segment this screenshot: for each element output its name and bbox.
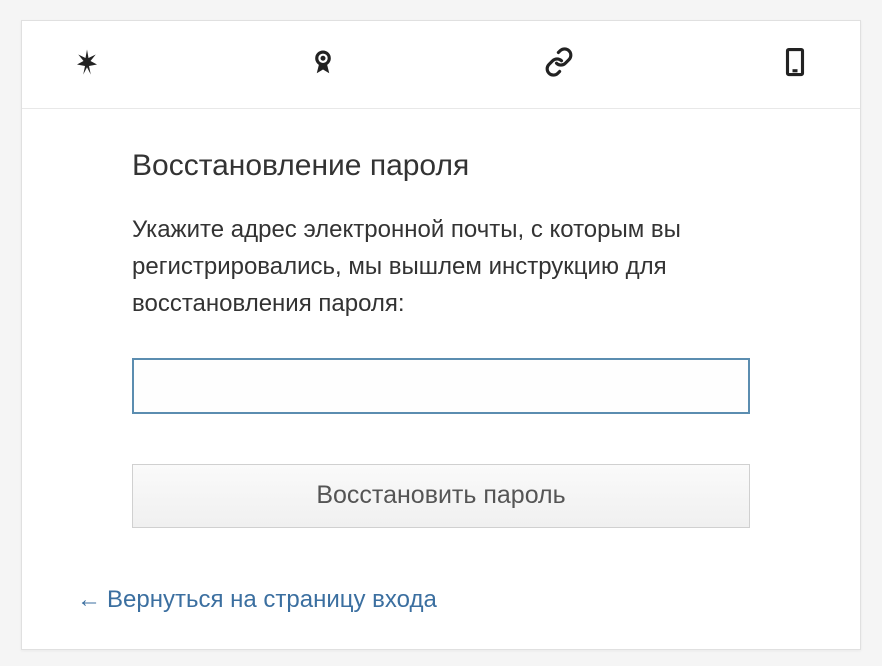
- link-icon: [544, 47, 574, 82]
- phone-icon: [780, 47, 810, 82]
- password-recovery-card: Восстановление пароля Укажите адрес элек…: [21, 20, 861, 650]
- tab-asterisk[interactable]: [62, 40, 112, 90]
- form-heading: Восстановление пароля: [132, 149, 750, 183]
- email-input[interactable]: [132, 358, 750, 414]
- submit-button[interactable]: Восстановить пароль: [132, 464, 750, 528]
- asterisk-icon: [72, 47, 102, 82]
- tab-phone[interactable]: [770, 40, 820, 90]
- tab-bar: [22, 21, 860, 109]
- back-to-login-link[interactable]: ←Вернуться на страницу входа: [77, 586, 437, 613]
- form-content: Восстановление пароля Укажите адрес элек…: [22, 109, 860, 558]
- back-link-label: Вернуться на страницу входа: [107, 586, 437, 613]
- footer: ←Вернуться на страницу входа: [22, 558, 860, 649]
- badge-icon: [308, 47, 338, 82]
- form-description: Укажите адрес электронной почты, с котор…: [132, 211, 750, 323]
- arrow-left-icon: ←: [77, 586, 101, 613]
- tab-link[interactable]: [534, 40, 584, 90]
- tab-badge[interactable]: [298, 40, 348, 90]
